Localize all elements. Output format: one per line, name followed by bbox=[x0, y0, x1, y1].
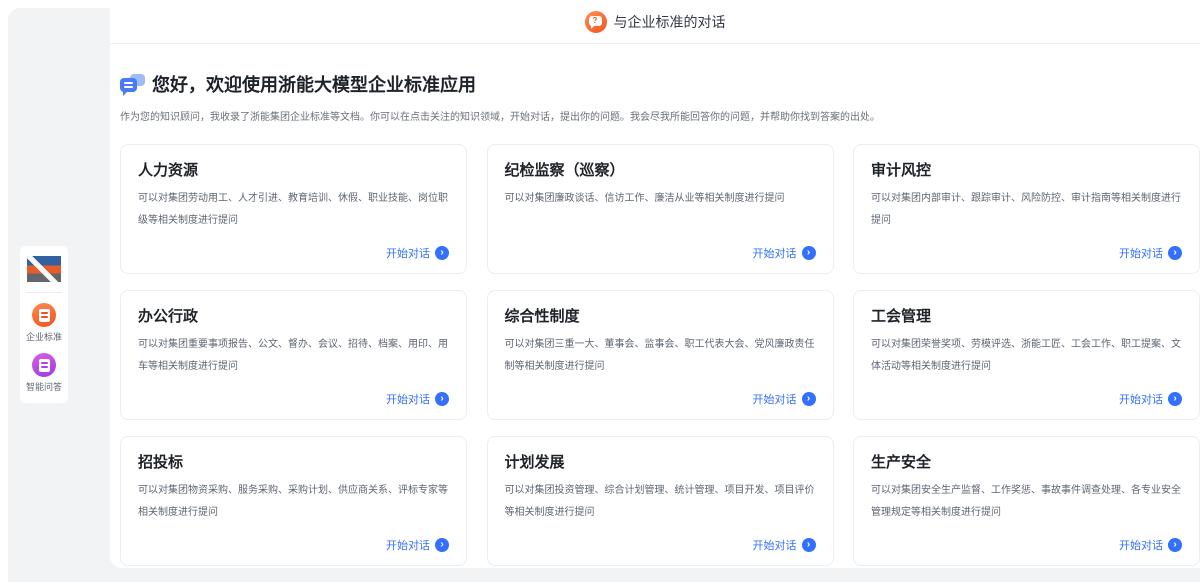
topic-card-title: 招投标 bbox=[138, 451, 449, 472]
content-area: 您好，欢迎使用浙能大模型企业标准应用 作为您的知识顾问，我收录了浙能集团企业标准… bbox=[110, 71, 1200, 566]
arrow-right-icon: › bbox=[802, 392, 816, 406]
start-conversation-label: 开始对话 bbox=[386, 245, 430, 261]
topic-card-title: 计划发展 bbox=[505, 451, 816, 472]
start-conversation-button[interactable]: 开始对话 › bbox=[1119, 391, 1182, 407]
arrow-right-icon: › bbox=[802, 538, 816, 552]
arrow-right-icon: › bbox=[435, 246, 449, 260]
sidebar-item-smart-qa[interactable]: 智能问答 bbox=[20, 353, 68, 393]
topic-card-title: 工会管理 bbox=[871, 305, 1182, 326]
topic-card-description: 可以对集团投资管理、综合计划管理、统计管理、项目开发、项目评价等相关制度进行提问 bbox=[505, 480, 816, 524]
start-conversation-button[interactable]: 开始对话 › bbox=[753, 245, 816, 261]
sidebar-divider bbox=[26, 292, 62, 293]
arrow-right-icon: › bbox=[1168, 538, 1182, 552]
document-icon bbox=[39, 309, 50, 322]
topic-card-title: 生产安全 bbox=[871, 451, 1182, 472]
card-grid: 人力资源 可以对集团劳动用工、人才引进、教育培训、休假、职业技能、岗位职级等相关… bbox=[120, 144, 1200, 566]
start-conversation-button[interactable]: 开始对话 › bbox=[386, 537, 449, 553]
topic-card-title: 纪检监察（巡察） bbox=[505, 159, 816, 180]
topic-card-description: 可以对集团劳动用工、人才引进、教育培训、休假、职业技能、岗位职级等相关制度进行提… bbox=[138, 188, 449, 232]
topic-card-title: 人力资源 bbox=[138, 159, 449, 180]
page-header: ? 与企业标准的对话 bbox=[110, 0, 1200, 44]
start-conversation-label: 开始对话 bbox=[753, 391, 797, 407]
topic-card-description: 可以对集团三重一大、董事会、监事会、职工代表大会、党风廉政责任制等相关制度进行提… bbox=[505, 334, 816, 378]
welcome-heading-row: 您好，欢迎使用浙能大模型企业标准应用 bbox=[120, 71, 1200, 97]
main-panel: ? 与企业标准的对话 您好，欢迎使用浙能大模型企业标准应用 作为您的知识顾问，我… bbox=[110, 0, 1200, 568]
topic-card-title: 办公行政 bbox=[138, 305, 449, 326]
topic-card-description: 可以对集团物资采购、服务采购、采购计划、供应商关系、评标专家等相关制度进行提问 bbox=[138, 480, 449, 524]
start-conversation-button[interactable]: 开始对话 › bbox=[753, 537, 816, 553]
topic-card-description: 可以对集团廉政谈话、信访工作、廉洁从业等相关制度进行提问 bbox=[505, 188, 816, 210]
start-conversation-label: 开始对话 bbox=[386, 537, 430, 553]
start-conversation-label: 开始对话 bbox=[753, 245, 797, 261]
sidebar: 企业标准 智能问答 bbox=[20, 246, 68, 403]
arrow-right-icon: › bbox=[1168, 392, 1182, 406]
topic-card: 综合性制度 可以对集团三重一大、董事会、监事会、职工代表大会、党风廉政责任制等相… bbox=[487, 290, 834, 420]
start-conversation-button[interactable]: 开始对话 › bbox=[1119, 245, 1182, 261]
topic-card: 审计风控 可以对集团内部审计、跟踪审计、风险防控、审计指南等相关制度进行提问 开… bbox=[853, 144, 1200, 274]
chat-bubble-dark bbox=[120, 78, 137, 92]
topic-card-title: 审计风控 bbox=[871, 159, 1182, 180]
topic-card-title: 综合性制度 bbox=[505, 305, 816, 326]
start-conversation-label: 开始对话 bbox=[1119, 391, 1163, 407]
topic-card: 纪检监察（巡察） 可以对集团廉政谈话、信访工作、廉洁从业等相关制度进行提问 开始… bbox=[487, 144, 834, 274]
topic-card: 招投标 可以对集团物资采购、服务采购、采购计划、供应商关系、评标专家等相关制度进… bbox=[120, 436, 467, 566]
start-conversation-label: 开始对话 bbox=[1119, 537, 1163, 553]
start-conversation-button[interactable]: 开始对话 › bbox=[753, 391, 816, 407]
start-conversation-button[interactable]: 开始对话 › bbox=[386, 245, 449, 261]
arrow-right-icon: › bbox=[435, 392, 449, 406]
start-conversation-label: 开始对话 bbox=[386, 391, 430, 407]
welcome-subtitle: 作为您的知识顾问，我收录了浙能集团企业标准等文档。你可以在点击关注的知识领域，开… bbox=[120, 108, 1200, 123]
start-conversation-button[interactable]: 开始对话 › bbox=[386, 391, 449, 407]
topic-card-description: 可以对集团安全生产监督、工作奖惩、事故事件调查处理、各专业安全管理规定等相关制度… bbox=[871, 480, 1182, 524]
question-bubble-icon: ? bbox=[589, 16, 602, 26]
topic-card: 计划发展 可以对集团投资管理、综合计划管理、统计管理、项目开发、项目评价等相关制… bbox=[487, 436, 834, 566]
sidebar-item-enterprise-standard[interactable]: 企业标准 bbox=[20, 303, 68, 343]
topic-card: 工会管理 可以对集团荣誉奖项、劳模评选、浙能工匠、工会工作、职工提案、文体活动等… bbox=[853, 290, 1200, 420]
welcome-title: 您好，欢迎使用浙能大模型企业标准应用 bbox=[152, 71, 476, 97]
sidebar-item-label: 企业标准 bbox=[20, 330, 68, 343]
smart-qa-icon bbox=[32, 353, 56, 377]
zheneng-logo bbox=[27, 256, 61, 282]
topic-card: 生产安全 可以对集团安全生产监督、工作奖惩、事故事件调查处理、各专业安全管理规定… bbox=[853, 436, 1200, 566]
start-conversation-label: 开始对话 bbox=[1119, 245, 1163, 261]
topic-card: 人力资源 可以对集团劳动用工、人才引进、教育培训、休假、职业技能、岗位职级等相关… bbox=[120, 144, 467, 274]
document-icon bbox=[39, 359, 50, 372]
chat-question-icon: ? bbox=[585, 11, 607, 33]
enterprise-standard-icon bbox=[32, 303, 56, 327]
start-conversation-label: 开始对话 bbox=[753, 537, 797, 553]
arrow-right-icon: › bbox=[802, 246, 816, 260]
arrow-right-icon: › bbox=[435, 538, 449, 552]
arrow-right-icon: › bbox=[1168, 246, 1182, 260]
topic-card-description: 可以对集团内部审计、跟踪审计、风险防控、审计指南等相关制度进行提问 bbox=[871, 188, 1182, 232]
chat-bubbles-icon bbox=[120, 74, 145, 95]
topic-card-description: 可以对集团重要事项报告、公文、督办、会议、招待、档案、用印、用车等相关制度进行提… bbox=[138, 334, 449, 378]
sidebar-item-label: 智能问答 bbox=[20, 380, 68, 393]
start-conversation-button[interactable]: 开始对话 › bbox=[1119, 537, 1182, 553]
topic-card-description: 可以对集团荣誉奖项、劳模评选、浙能工匠、工会工作、职工提案、文体活动等相关制度进… bbox=[871, 334, 1182, 378]
topic-card: 办公行政 可以对集团重要事项报告、公文、督办、会议、招待、档案、用印、用车等相关… bbox=[120, 290, 467, 420]
page-title: 与企业标准的对话 bbox=[614, 12, 726, 32]
